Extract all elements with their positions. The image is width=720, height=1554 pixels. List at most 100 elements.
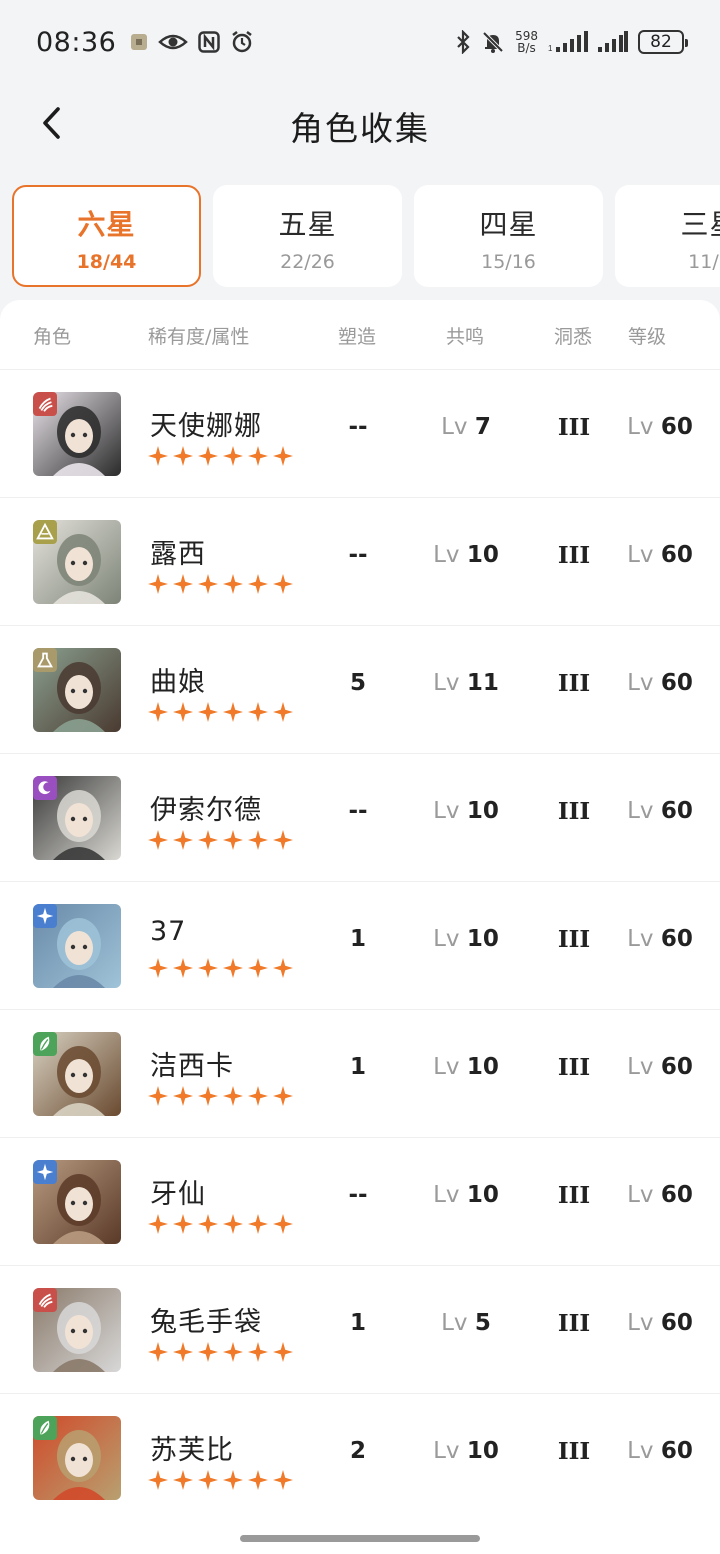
star-icon	[273, 830, 293, 850]
character-row[interactable]: 37 1 Lv 10 III Lv 60	[0, 881, 720, 1009]
star-icon	[223, 446, 243, 466]
column-header-resonance: 共鸣	[446, 326, 485, 348]
character-row[interactable]: 苏芙比 2 Lv 10 III Lv 60	[0, 1393, 720, 1521]
character-row[interactable]: 兔毛手袋 1 Lv 5 III Lv 60	[0, 1265, 720, 1393]
star-icon	[198, 1342, 218, 1362]
mold-value: 1	[349, 1054, 366, 1080]
column-header-rarity: 稀有度/属性	[148, 326, 250, 348]
character-level: 60	[660, 414, 693, 440]
character-row[interactable]: 露西 -- Lv 10 III Lv 60	[0, 497, 720, 625]
network-speed-unit: B/s	[517, 41, 536, 55]
character-row[interactable]: 牙仙 -- Lv 10 III Lv 60	[0, 1137, 720, 1265]
star-icon	[173, 830, 193, 850]
rarity-stars	[148, 574, 293, 594]
mold-value: --	[348, 542, 368, 568]
character-level: 60	[660, 1182, 693, 1208]
star-icon	[198, 574, 218, 594]
lv-prefix: Lv	[627, 1310, 654, 1336]
character-name: 曲娘	[150, 667, 206, 698]
insight-value: III	[557, 926, 591, 953]
home-indicator[interactable]	[240, 1535, 480, 1542]
character-level: 60	[660, 798, 693, 824]
star-icon	[148, 702, 168, 722]
level-value: Lv 60	[620, 1054, 700, 1080]
star-icon	[148, 830, 168, 850]
insight-value: III	[557, 1438, 591, 1465]
tab-five-star[interactable]: 五星 22/26	[213, 185, 402, 287]
star-icon	[148, 1342, 168, 1362]
lv-prefix: Lv	[627, 1438, 654, 1464]
star-icon	[273, 702, 293, 722]
star-icon	[173, 1214, 193, 1234]
character-list-panel: 角色 稀有度/属性 塑造 共鸣 洞悉 等级 天使娜娜 -- Lv 7 III Lv 60…	[0, 300, 720, 1554]
insight-value: III	[557, 670, 591, 697]
resonance-level: 10	[466, 1438, 499, 1464]
rarity-stars	[148, 1342, 293, 1362]
character-row[interactable]: 曲娘 5 Lv 11 III Lv 60	[0, 625, 720, 753]
status-right-icons: 598 B/s 1 82	[455, 30, 688, 55]
beast-claw-icon	[33, 1288, 57, 1312]
tab-four-star[interactable]: 四星 15/16	[414, 185, 603, 287]
status-bar: 08:36 598 B/s 1 82	[0, 0, 720, 84]
tab-six-star[interactable]: 六星 18/44	[12, 185, 201, 287]
insight-value: III	[557, 542, 591, 569]
battery-indicator: 82	[638, 30, 688, 54]
character-row[interactable]: 伊索尔德 -- Lv 10 III Lv 60	[0, 753, 720, 881]
star-icon	[223, 1470, 243, 1490]
signal-strength-2-icon	[598, 31, 628, 53]
lv-prefix: Lv	[433, 798, 460, 824]
mold-value: --	[348, 414, 368, 440]
star-icon	[273, 1086, 293, 1106]
rarity-tabs: 六星 18/44 五星 22/26 四星 15/16 三星 11/1	[12, 185, 720, 287]
mute-bell-icon	[481, 30, 505, 54]
resonance-level: 5	[474, 1310, 491, 1336]
star-icon	[173, 702, 193, 722]
star-icon	[248, 574, 268, 594]
mineral-pyramid-icon	[33, 520, 57, 544]
star-icon	[148, 958, 168, 978]
tab-count: 15/16	[481, 251, 536, 273]
rarity-stars	[148, 702, 293, 722]
tab-label: 五星	[278, 208, 337, 241]
character-level: 60	[660, 926, 693, 952]
star-icon	[223, 830, 243, 850]
star-icon	[223, 1086, 243, 1106]
star-icon	[198, 1470, 218, 1490]
resonance-level: 10	[466, 1054, 499, 1080]
column-header-level: 等级	[628, 326, 667, 348]
star-icon	[273, 574, 293, 594]
character-name: 苏芙比	[150, 1435, 234, 1466]
level-value: Lv 60	[620, 670, 700, 696]
eye-icon	[158, 32, 189, 52]
lv-prefix: Lv	[627, 1054, 654, 1080]
star-icon	[198, 1214, 218, 1234]
character-row[interactable]: 天使娜娜 -- Lv 7 III Lv 60	[0, 369, 720, 497]
character-avatar	[33, 1032, 121, 1116]
character-row[interactable]: 洁西卡 1 Lv 10 III Lv 60	[0, 1009, 720, 1137]
resonance-value: Lv 10	[416, 926, 516, 952]
lv-prefix: Lv	[433, 926, 460, 952]
mold-value: 5	[349, 670, 366, 696]
star-icon	[198, 1086, 218, 1106]
star-icon	[148, 446, 168, 466]
resonance-level: 10	[466, 1182, 499, 1208]
tab-three-star[interactable]: 三星 11/1	[615, 185, 720, 287]
lv-prefix: Lv	[433, 1438, 460, 1464]
character-avatar	[33, 776, 121, 860]
beast-claw-icon	[33, 392, 57, 416]
star-icon	[273, 1214, 293, 1234]
star-icon	[198, 702, 218, 722]
resonance-value: Lv 5	[416, 1310, 516, 1336]
character-avatar	[33, 648, 121, 732]
star-icon	[173, 1470, 193, 1490]
star-icon	[248, 1342, 268, 1362]
resonance-level: 11	[466, 670, 499, 696]
star-icon	[273, 1342, 293, 1362]
bluetooth-icon	[455, 30, 471, 54]
level-value: Lv 60	[620, 1182, 700, 1208]
rarity-stars	[148, 446, 293, 466]
resonance-level: 7	[474, 414, 491, 440]
level-value: Lv 60	[620, 414, 700, 440]
rarity-stars	[148, 1470, 293, 1490]
character-level: 60	[660, 1310, 693, 1336]
